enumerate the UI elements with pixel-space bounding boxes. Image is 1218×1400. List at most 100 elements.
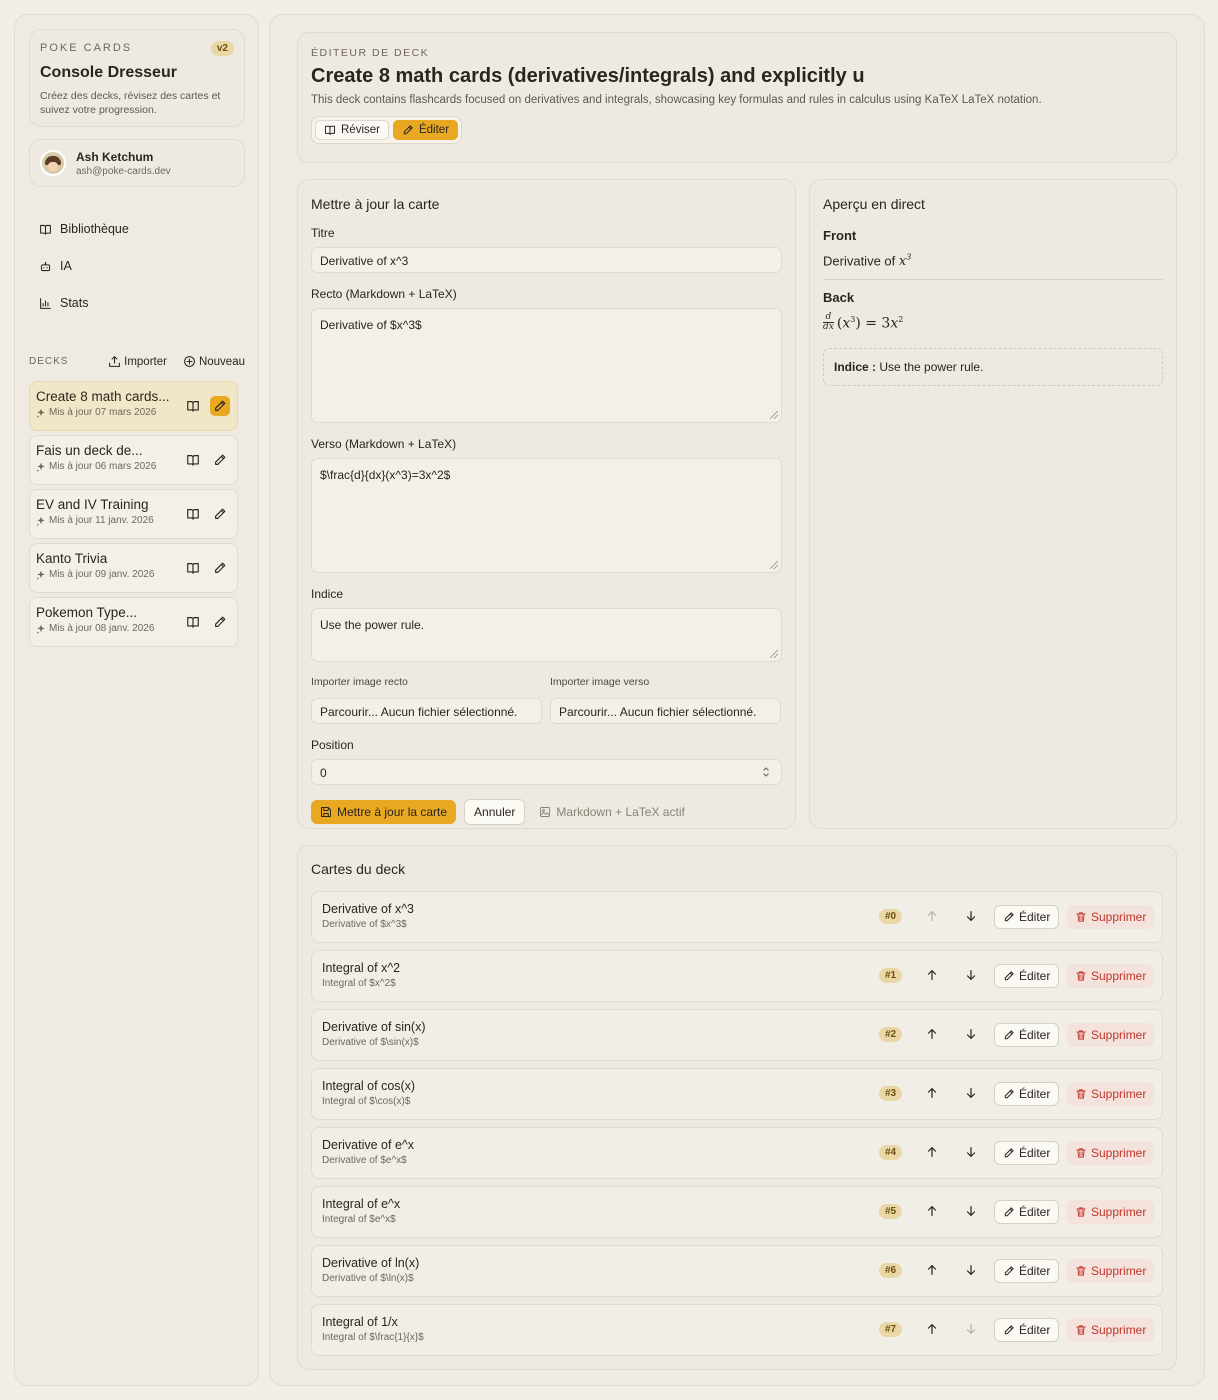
hint-label: Indice: [311, 587, 344, 601]
new-deck-button[interactable]: Nouveau: [183, 355, 245, 368]
import-button[interactable]: Importer: [108, 355, 167, 368]
edit-deck-button[interactable]: [210, 558, 230, 578]
arrow-down-icon: [964, 1086, 978, 1100]
preview-title: Aperçu en direct: [823, 196, 925, 212]
review-deck-button[interactable]: [183, 396, 203, 416]
edit-card-button[interactable]: Éditer: [994, 1318, 1060, 1342]
pencil-icon: [1003, 1265, 1015, 1277]
hint-preview: Indice : Use the power rule.: [823, 348, 1163, 387]
delete-card-button[interactable]: Supprimer: [1067, 1318, 1155, 1342]
review-deck-button[interactable]: [183, 450, 203, 470]
review-deck-button[interactable]: [183, 504, 203, 524]
edit-mode-button[interactable]: Éditer: [392, 120, 459, 140]
back-image-input[interactable]: Parcourir... Aucun fichier sélectionné.: [550, 698, 781, 724]
deck-title: Pokemon Type...: [36, 605, 138, 620]
edit-card-button[interactable]: Éditer: [994, 1259, 1060, 1283]
edit-card-button[interactable]: Éditer: [994, 964, 1060, 988]
cards-title: Cartes du deck: [311, 861, 406, 877]
delete-card-button[interactable]: Supprimer: [1067, 964, 1155, 988]
move-up-button[interactable]: [925, 968, 939, 982]
edit-deck-button[interactable]: [210, 396, 230, 416]
front-image-input[interactable]: Parcourir... Aucun fichier sélectionné.: [311, 698, 542, 724]
hint-textarea[interactable]: Use the power rule.: [311, 608, 782, 662]
position-badge: #5: [879, 1204, 903, 1219]
move-down-button[interactable]: [964, 968, 978, 982]
user-name: Ash Ketchum: [76, 149, 154, 164]
deck-item[interactable]: Fais un deck de... Mis à jour 06 mars 20…: [29, 435, 238, 485]
delete-card-button[interactable]: Supprimer: [1067, 1200, 1155, 1224]
card-row: Integral of cos(x) Integral of $\cos(x)$ #…: [311, 1068, 1163, 1120]
move-up-button[interactable]: [925, 1145, 939, 1159]
move-down-button[interactable]: [964, 1027, 978, 1041]
move-down-button[interactable]: [964, 1086, 978, 1100]
stepper-icon[interactable]: [762, 766, 770, 778]
delete-card-label: Supprimer: [1091, 1323, 1147, 1337]
deck-title: Create 8 math cards...: [36, 389, 170, 404]
nav-item-library[interactable]: Bibliothèque: [39, 222, 239, 236]
delete-card-button[interactable]: Supprimer: [1067, 1141, 1155, 1165]
arrow-down-icon: [964, 1322, 978, 1336]
card-form: Mettre à jour la carte Titre Derivative …: [297, 179, 796, 829]
edit-card-label: Éditer: [1019, 1087, 1051, 1101]
delete-card-label: Supprimer: [1091, 1264, 1147, 1278]
deck-item[interactable]: Kanto Trivia Mis à jour 09 janv. 2026: [29, 543, 238, 593]
deck-updated: Mis à jour 09 janv. 2026: [49, 569, 155, 580]
move-up-button[interactable]: [925, 1263, 939, 1277]
edit-deck-button[interactable]: [210, 504, 230, 524]
front-textarea[interactable]: Derivative of $x^3$: [311, 308, 782, 423]
delete-card-button[interactable]: Supprimer: [1067, 1082, 1155, 1106]
delete-card-button[interactable]: Supprimer: [1067, 905, 1155, 929]
nav-item-stats[interactable]: Stats: [39, 296, 239, 310]
avatar: [40, 150, 66, 176]
move-down-button[interactable]: [964, 1322, 978, 1336]
deck-item[interactable]: EV and IV Training Mis à jour 11 janv. 2…: [29, 489, 238, 539]
move-down-button[interactable]: [964, 1145, 978, 1159]
move-up-button[interactable]: [925, 1322, 939, 1336]
user-profile[interactable]: Ash Ketchum ash@poke-cards.dev: [29, 139, 245, 187]
edit-deck-button[interactable]: [210, 612, 230, 632]
trash-icon: [1075, 1265, 1087, 1277]
pencil-icon: [1003, 1029, 1015, 1041]
move-down-button[interactable]: [964, 909, 978, 923]
cancel-button[interactable]: Annuler: [464, 799, 526, 825]
pencil-icon: [213, 615, 227, 629]
book-icon: [324, 124, 336, 136]
move-up-button[interactable]: [925, 1086, 939, 1100]
deck-updated: Mis à jour 11 janv. 2026: [49, 515, 154, 526]
review-button[interactable]: Réviser: [315, 120, 389, 140]
plus-circle-icon: [183, 355, 196, 368]
edit-card-button[interactable]: Éditer: [994, 1141, 1060, 1165]
move-down-button[interactable]: [964, 1263, 978, 1277]
move-up-button[interactable]: [925, 909, 939, 923]
main-panel: ÉDITEUR DE DECK Create 8 math cards (der…: [269, 14, 1205, 1386]
card-row: Integral of e^x Integral of $e^x$ #5 Éditer…: [311, 1186, 1163, 1238]
edit-card-button[interactable]: Éditer: [994, 1023, 1060, 1047]
back-textarea[interactable]: $\frac{d}{dx}(x^3)=3x^2$: [311, 458, 782, 573]
arrow-down-icon: [964, 1204, 978, 1218]
deck-item[interactable]: Create 8 math cards... Mis à jour 07 mar…: [29, 381, 238, 431]
edit-card-button[interactable]: Éditer: [994, 1082, 1060, 1106]
review-deck-button[interactable]: [183, 612, 203, 632]
edit-deck-button[interactable]: [210, 450, 230, 470]
edit-card-label: Éditer: [1019, 1323, 1051, 1337]
review-deck-button[interactable]: [183, 558, 203, 578]
back-image-label: Importer image verso: [550, 676, 650, 688]
back-preview-math: d dx (x3) = 3x2: [823, 312, 904, 333]
card-row: Integral of 1/x Integral of $\frac{1}{x}$…: [311, 1304, 1163, 1356]
deck-item[interactable]: Pokemon Type... Mis à jour 08 janv. 2026: [29, 597, 238, 647]
deck-title: EV and IV Training: [36, 497, 149, 512]
move-down-button[interactable]: [964, 1204, 978, 1218]
delete-card-button[interactable]: Supprimer: [1067, 1259, 1155, 1283]
nav-item-ai[interactable]: IA: [39, 259, 239, 273]
move-up-button[interactable]: [925, 1204, 939, 1218]
update-card-button[interactable]: Mettre à jour la carte: [311, 800, 457, 824]
live-preview: Aperçu en direct Front Derivative of x3 …: [809, 179, 1177, 829]
edit-card-button[interactable]: Éditer: [994, 1200, 1060, 1224]
title-input[interactable]: Derivative of x^3: [311, 247, 782, 273]
front-preview-label: Front: [823, 228, 857, 243]
position-input[interactable]: 0: [311, 759, 782, 785]
nav-label: IA: [60, 259, 72, 273]
delete-card-button[interactable]: Supprimer: [1067, 1023, 1155, 1047]
move-up-button[interactable]: [925, 1027, 939, 1041]
edit-card-button[interactable]: Éditer: [994, 905, 1060, 929]
